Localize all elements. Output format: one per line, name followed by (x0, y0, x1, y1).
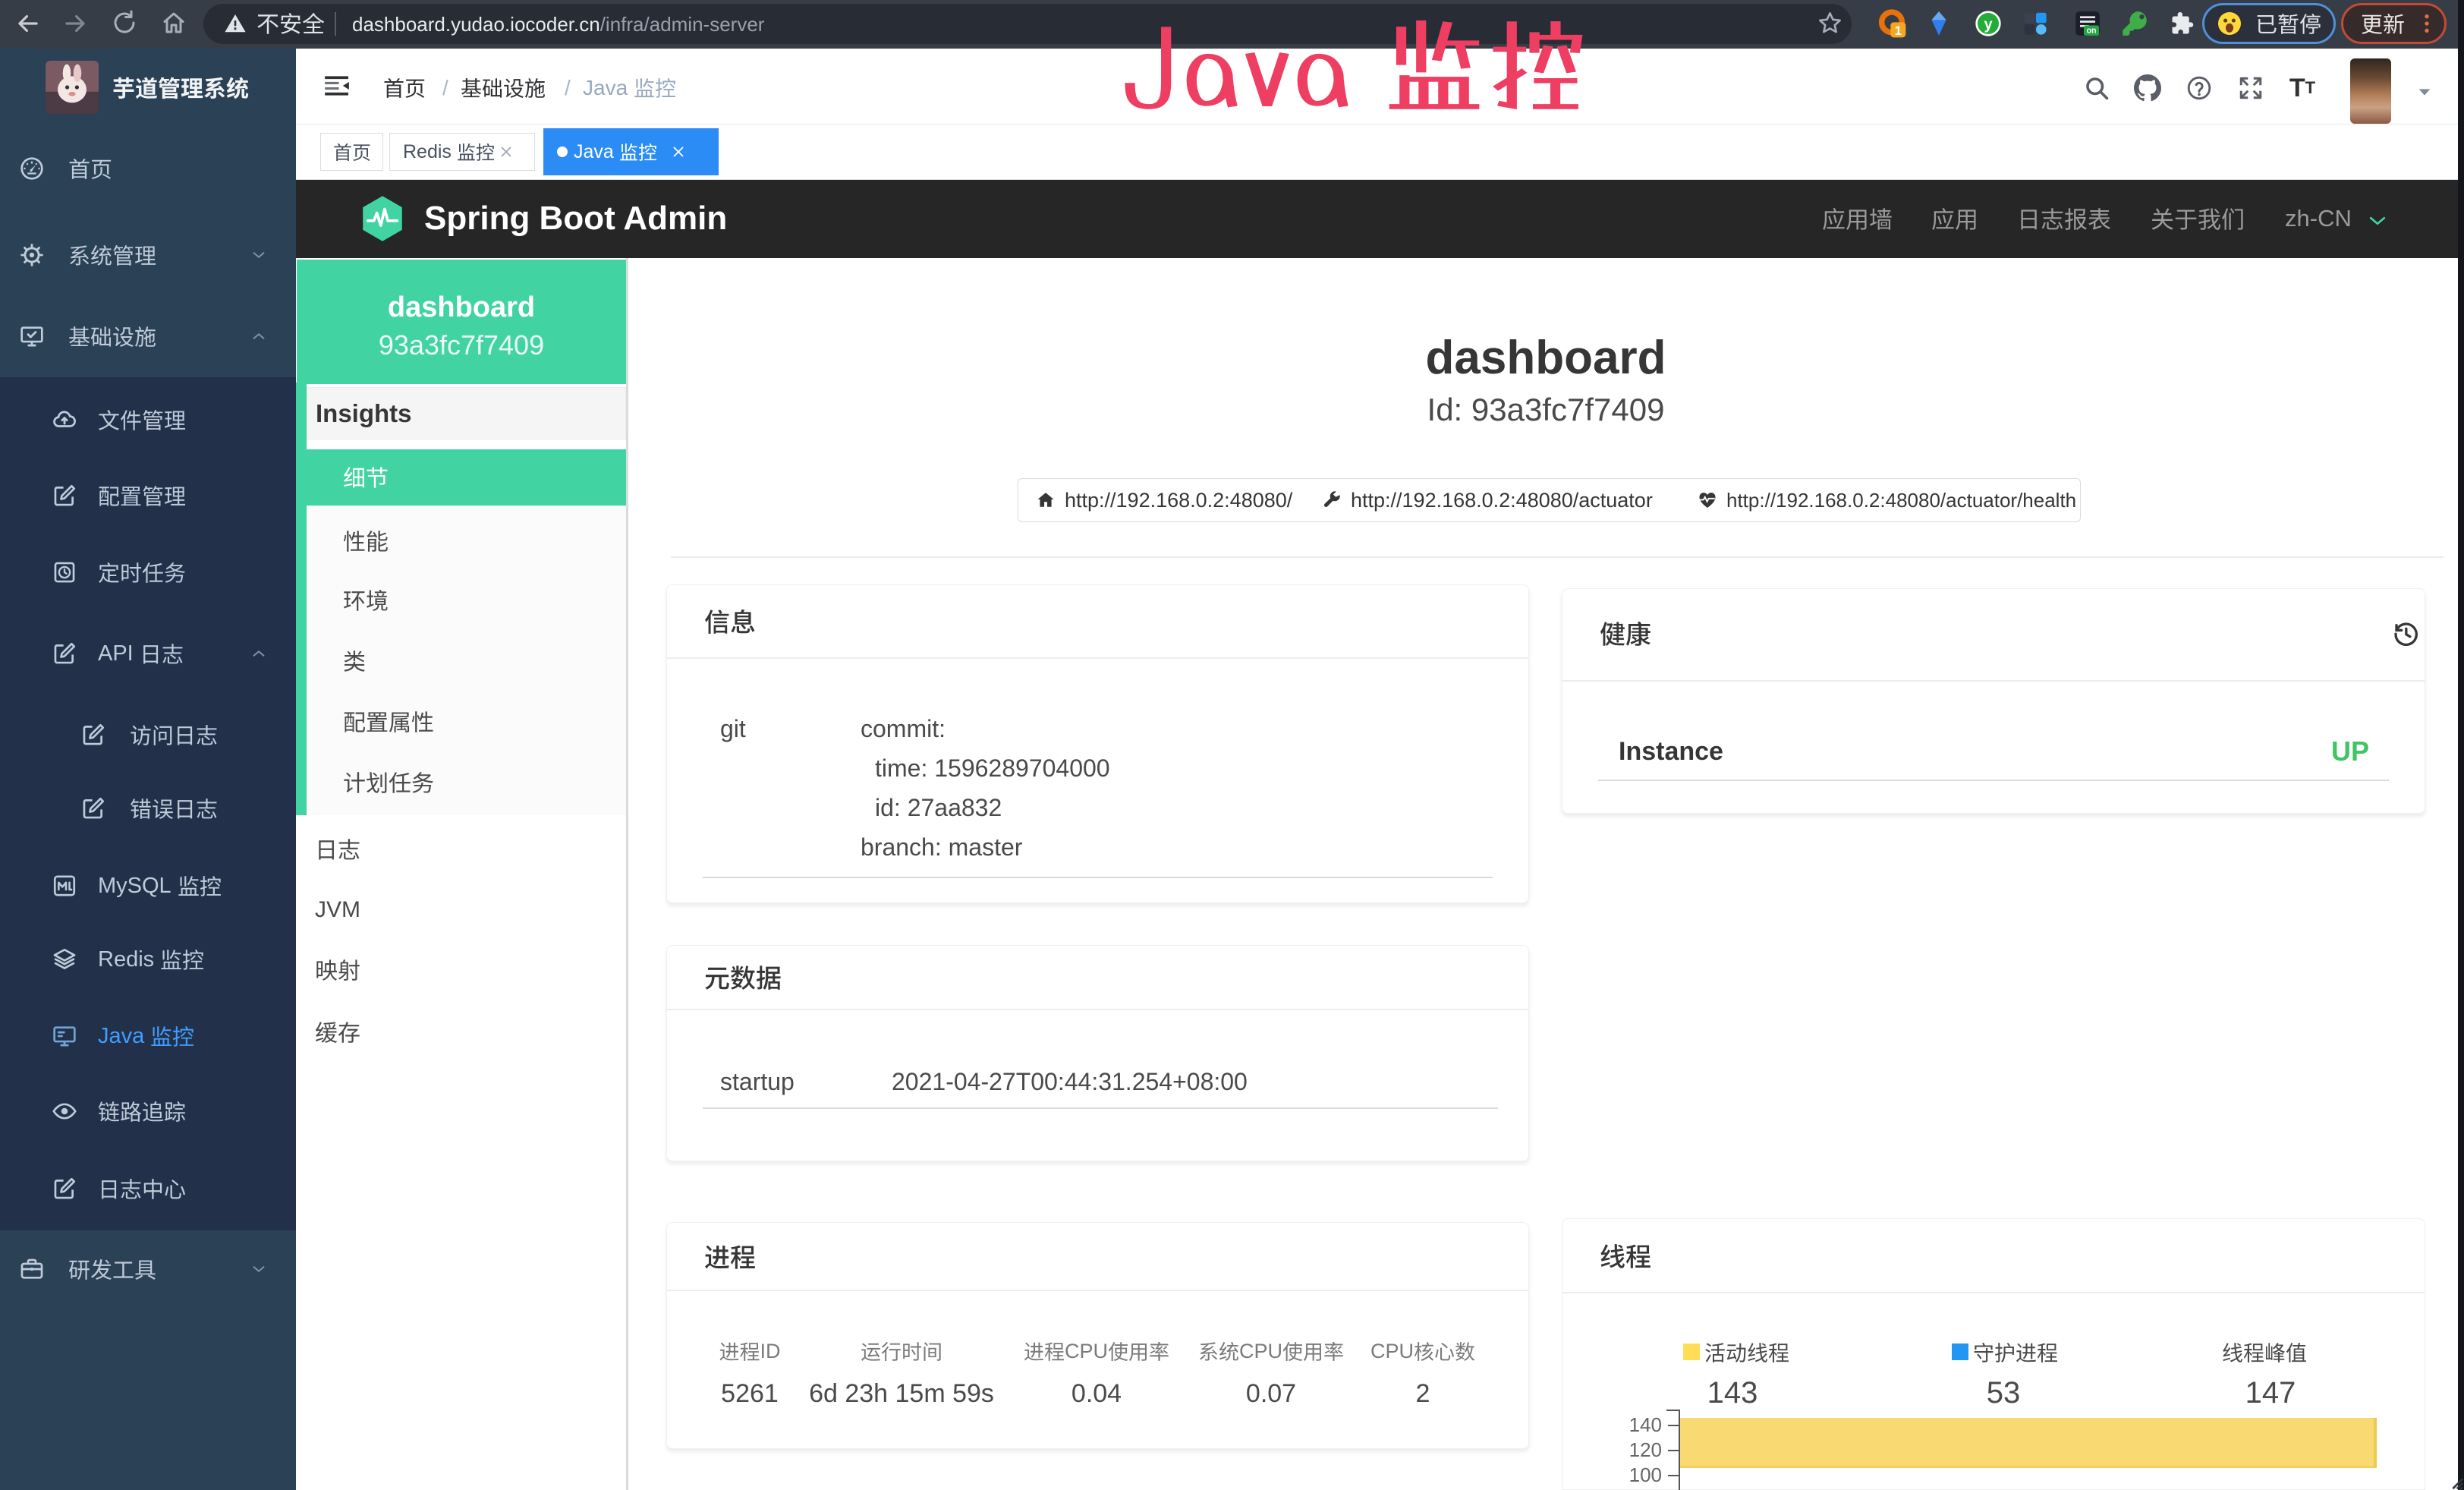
svg-text:on: on (2086, 27, 2096, 36)
svg-text:1: 1 (1895, 24, 1902, 38)
svg-text:y: y (1984, 16, 1993, 33)
